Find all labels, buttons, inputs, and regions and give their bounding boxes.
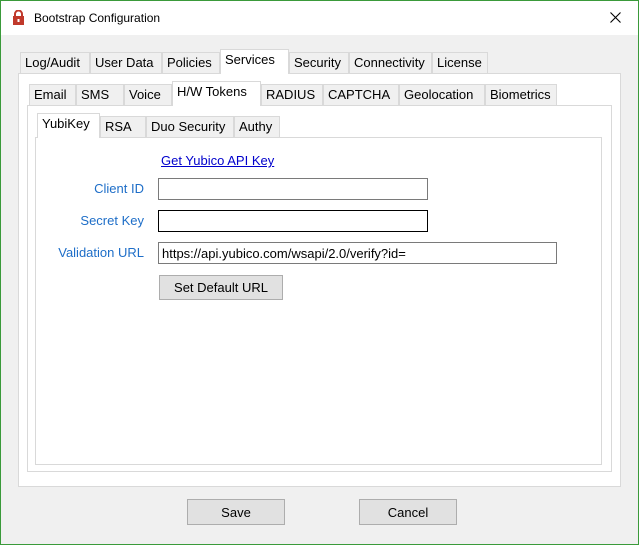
main-tab-row: Log/Audit User Data Policies Services Se… [20,49,490,74]
tab-sms[interactable]: SMS [76,84,124,105]
tab-security[interactable]: Security [289,52,349,73]
tab-radius[interactable]: RADIUS [261,84,323,105]
tab-voice[interactable]: Voice [124,84,172,105]
close-button[interactable] [592,1,638,35]
window-title: Bootstrap Configuration [34,11,161,25]
tab-captcha[interactable]: CAPTCHA [323,84,399,105]
tab-duo-security[interactable]: Duo Security [146,116,234,137]
tab-rsa[interactable]: RSA [100,116,146,137]
client-id-label: Client ID [94,181,144,196]
tab-services[interactable]: Services [220,49,289,74]
tab-authy[interactable]: Authy [234,116,280,137]
tab-yubikey[interactable]: YubiKey [37,113,100,138]
token-tab-row: YubiKey RSA Duo Security Authy [37,113,287,138]
lock-icon [12,9,25,26]
get-yubico-api-key-link[interactable]: Get Yubico API Key [161,153,274,168]
save-button[interactable]: Save [187,499,285,525]
tab-email[interactable]: Email [29,84,76,105]
service-tab-row: Email SMS Voice H/W Tokens RADIUS CAPTCH… [29,81,559,106]
tab-license[interactable]: License [432,52,488,73]
set-default-url-button[interactable]: Set Default URL [159,275,283,300]
close-icon [609,11,621,26]
tab-hw-tokens[interactable]: H/W Tokens [172,81,261,106]
tab-log-audit[interactable]: Log/Audit [20,52,90,73]
tab-biometrics[interactable]: Biometrics [485,84,557,105]
bootstrap-config-window: Bootstrap Configuration Log/Audit User D… [0,0,639,545]
cancel-button[interactable]: Cancel [359,499,457,525]
secret-key-label: Secret Key [80,213,144,228]
validation-url-field[interactable] [158,242,557,264]
tab-policies[interactable]: Policies [162,52,220,73]
secret-key-field[interactable] [158,210,428,232]
client-id-field[interactable] [158,178,428,200]
title-bar: Bootstrap Configuration [1,1,638,35]
validation-url-label: Validation URL [58,245,144,260]
tab-user-data[interactable]: User Data [90,52,162,73]
tab-geolocation[interactable]: Geolocation [399,84,485,105]
tab-connectivity[interactable]: Connectivity [349,52,432,73]
